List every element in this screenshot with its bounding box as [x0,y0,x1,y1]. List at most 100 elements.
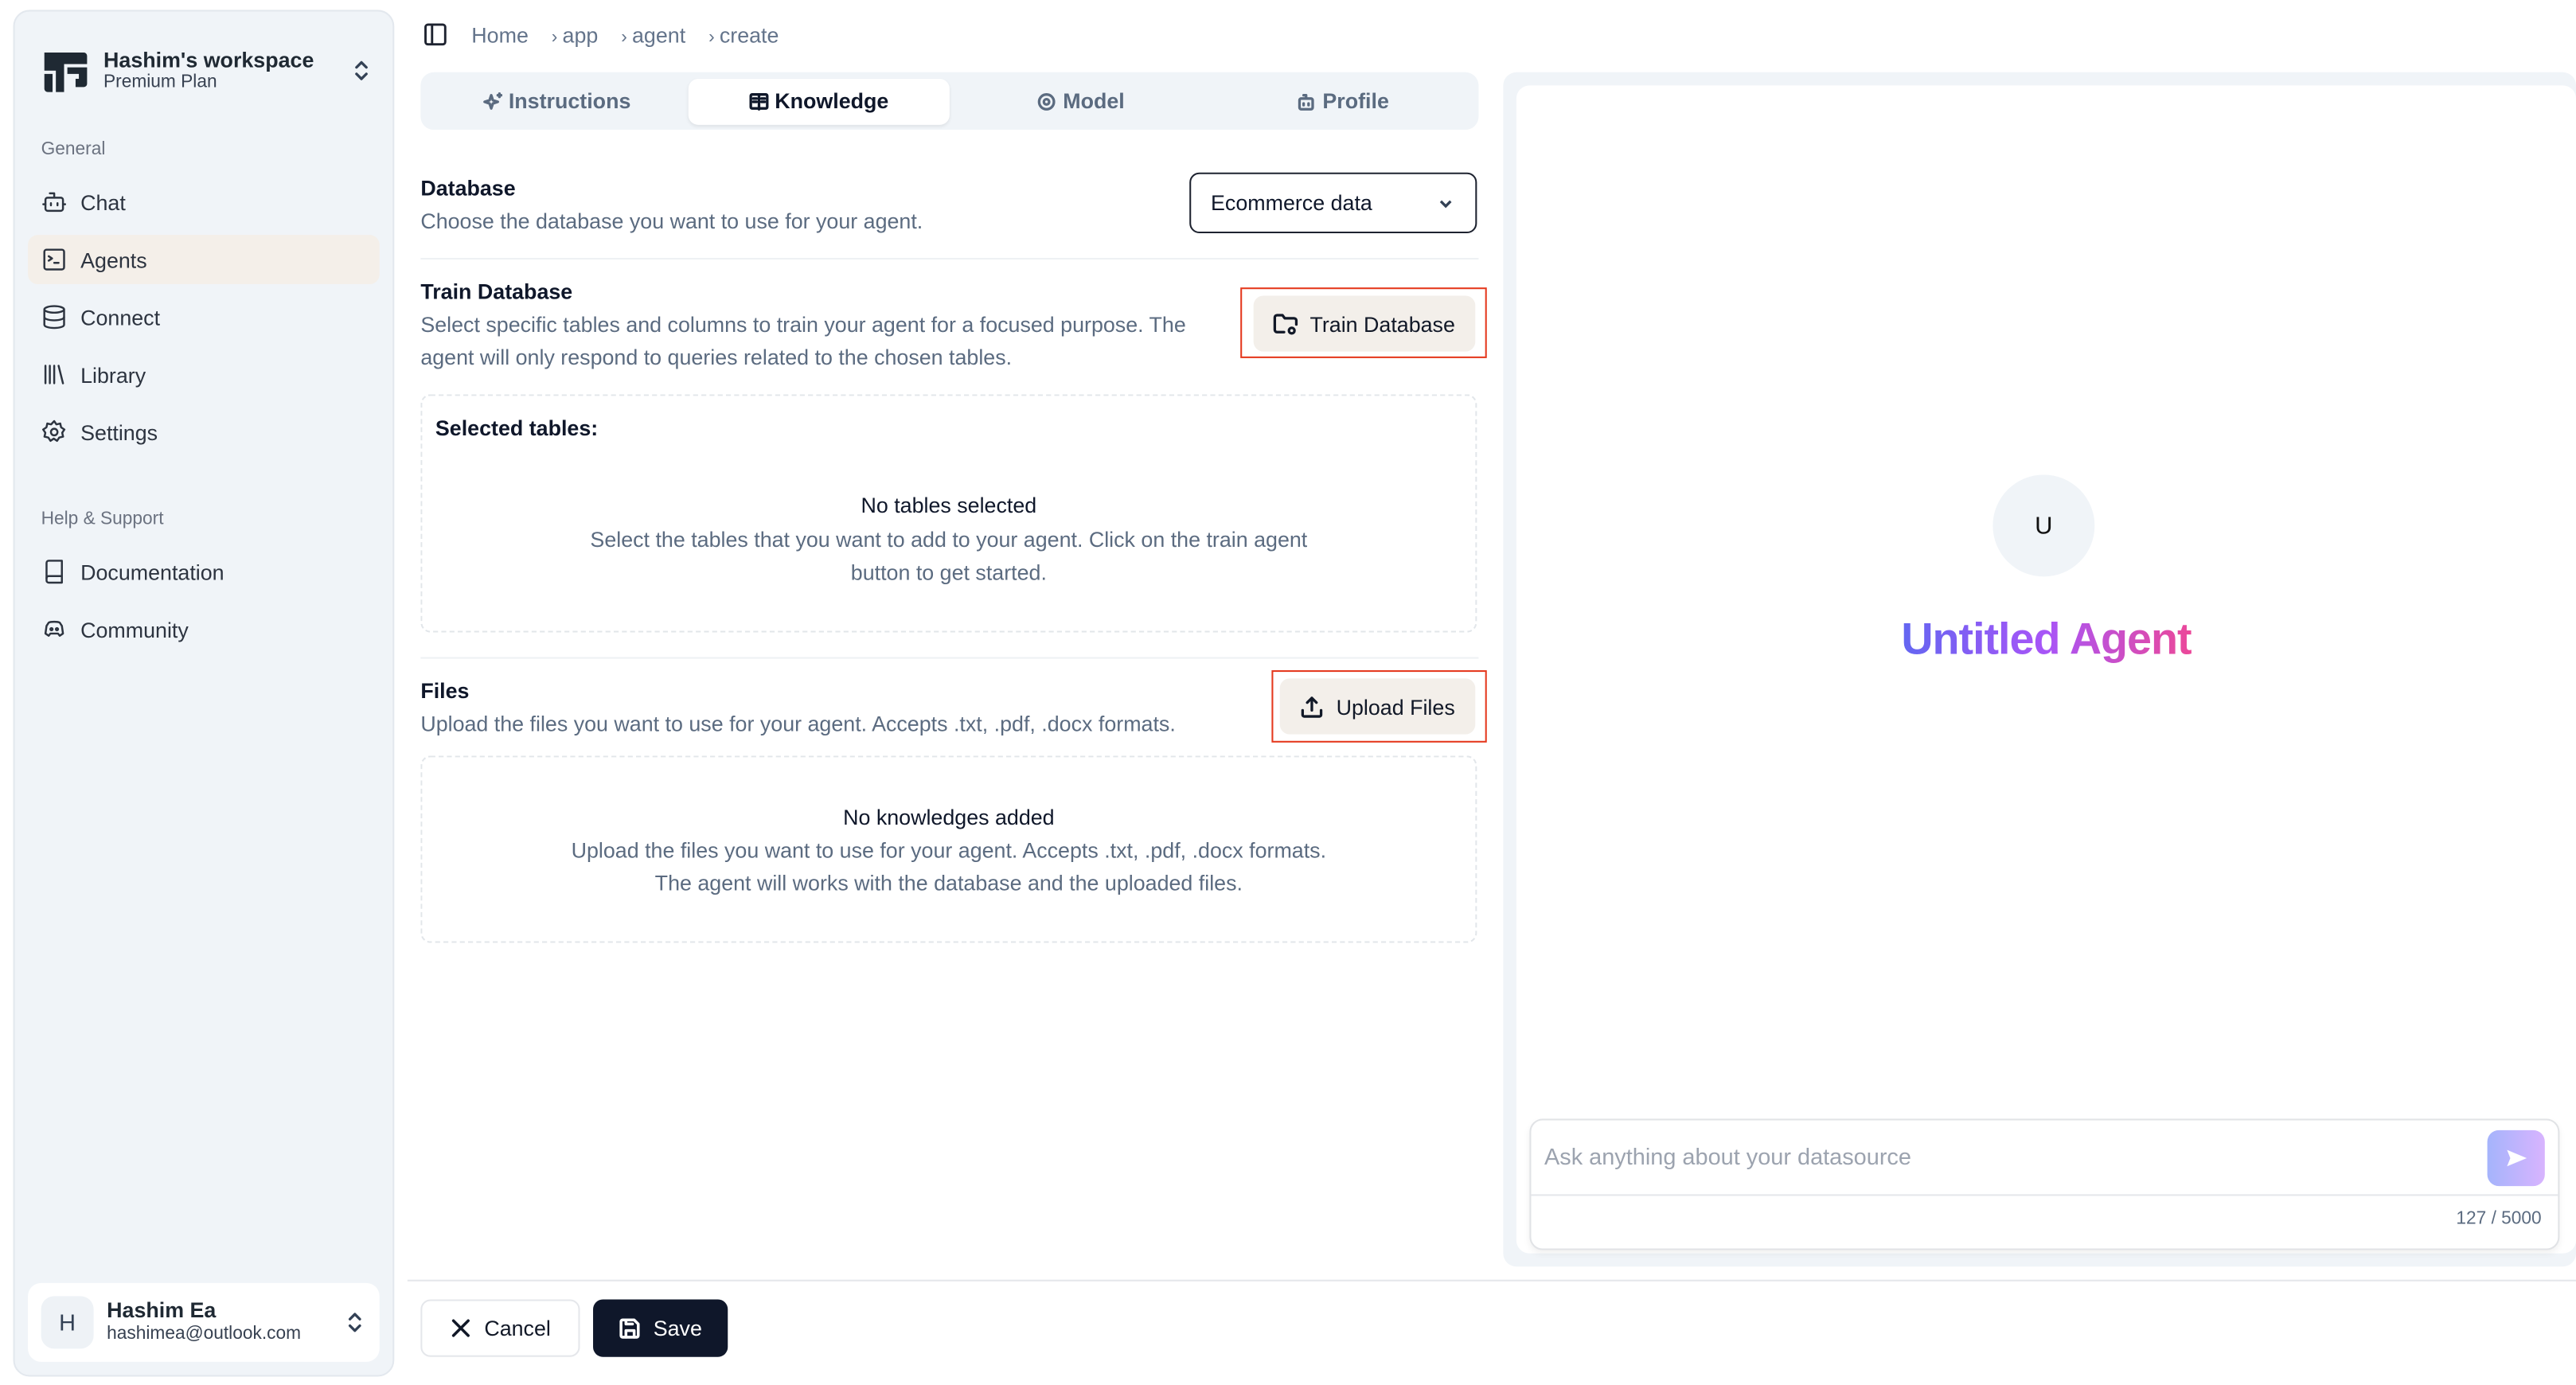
empty-tables-description: Select the tables that you want to add t… [422,524,1475,587]
chevron-right-icon: › [551,27,558,47]
tab-bar: Instructions Knowledge Model Profile [420,72,1479,131]
chat-composer: 127 / 5000 [1529,1118,2560,1250]
empty-files-title: No knowledges added [843,805,1055,830]
divider [420,657,1479,659]
button-label: Train Database [1309,311,1455,337]
brain-icon [1037,92,1056,110]
chat-input[interactable] [1531,1120,2476,1193]
book-icon [45,560,63,584]
tab-label: Knowledge [775,88,889,114]
sidebar-item-connect[interactable]: Connect [28,292,380,341]
sidebar-item-label: Settings [80,419,158,445]
files-description: Upload the files you want to use for you… [420,711,1176,736]
database-description: Choose the database you want to use for … [420,209,923,234]
save-icon [619,1318,639,1339]
breadcrumb-create[interactable]: › create [708,22,779,47]
gear-icon [41,419,66,443]
description-line: agent will only respond to queries relat… [420,345,1013,370]
sidebar-item-label: Community [80,616,189,642]
send-icon [2506,1149,2527,1167]
sidebar-item-community[interactable]: Community [28,604,380,653]
chevron-right-icon: › [708,27,715,47]
sidebar-item-settings[interactable]: Settings [28,408,380,457]
chevrons-up-down-icon [348,1313,361,1332]
button-label: Cancel [484,1316,551,1341]
breadcrumb-home[interactable]: Home [471,22,529,47]
tab-label: Model [1063,88,1125,114]
sidebar-item-label: Agents [80,247,147,272]
sidebar-item-agents[interactable]: Agents [28,235,380,285]
user-email: hashimea@outlook.com [107,1324,302,1344]
breadcrumb-agent[interactable]: › agent [621,22,685,47]
agent-name-text: Untitled Agent [1901,614,2192,664]
bot-icon [1298,93,1314,110]
workspace-switcher[interactable]: Hashim's workspace Premium Plan [41,37,373,103]
discord-icon [44,620,64,637]
train-database-description: Select specific tables and columns to tr… [420,309,1185,375]
workspace-logo-icon [44,53,88,92]
workspace-plan: Premium Plan [103,72,217,92]
sidebar-item-label: Connect [80,304,161,330]
send-button[interactable] [2487,1129,2545,1187]
description-line: Upload the files you want to use for you… [571,837,1327,863]
description-line: Select specific tables and columns to tr… [420,312,1186,337]
folder-cog-icon [1274,313,1298,334]
sidebar: Hashim's workspace Premium Plan General … [13,10,395,1377]
close-icon [451,1319,470,1337]
divider [1531,1194,2558,1196]
cancel-button[interactable]: Cancel [420,1299,580,1357]
avatar: H [41,1296,94,1349]
database-select-value: Ecommerce data [1211,190,1372,216]
selected-tables-label: Selected tables: [435,416,599,441]
bot-icon [42,192,67,213]
train-database-button[interactable]: Train Database [1253,295,1476,352]
chevrons-up-down-icon [355,60,368,80]
sidebar-item-label: Chat [80,189,126,215]
tab-instructions[interactable]: Instructions [426,78,688,124]
empty-tables-title: No tables selected [861,493,1037,518]
book-open-icon [748,92,768,110]
sidebar-item-chat[interactable]: Chat [28,178,380,227]
sidebar-item-library[interactable]: Library [28,350,380,400]
sidebar-item-label: Documentation [80,559,224,584]
description-line: Select the tables that you want to add t… [590,527,1308,552]
terminal-icon [43,248,65,271]
sidebar-item-documentation[interactable]: Documentation [28,547,380,596]
user-name: Hashim Ea [107,1297,217,1323]
save-button[interactable]: Save [593,1299,728,1357]
tab-model[interactable]: Model [950,78,1212,124]
char-counter: 127 / 5000 [2456,1208,2542,1229]
chevron-right-icon: › [621,27,627,47]
button-label: Upload Files [1336,693,1455,719]
tab-knowledge[interactable]: Knowledge [687,78,950,124]
database-select[interactable]: Ecommerce data [1189,172,1477,234]
sidebar-item-label: Library [80,362,146,388]
workspace-name: Hashim's workspace [103,47,314,72]
empty-files-description: Upload the files you want to use for you… [422,834,1475,898]
chevron-down-icon [1439,199,1452,208]
preview-card: U Untitled Agent 127 / 5000 [1516,85,2576,1254]
breadcrumb-app[interactable]: › app [552,22,599,47]
upload-icon [1302,696,1323,717]
tab-label: Instructions [508,88,631,114]
sidebar-toggle-icon[interactable] [423,23,447,46]
breadcrumb: Home › app › agent › create [423,20,802,49]
library-icon [44,365,64,384]
agent-avatar: U [1992,474,2095,577]
app-window: Hashim's workspace Premium Plan General … [0,0,2576,1385]
database-title: Database [420,175,516,201]
description-line: The agent will works with the database a… [654,869,1243,895]
files-panel: No knowledges added Upload the files you… [420,755,1477,943]
train-database-title: Train Database [420,279,573,304]
breadcrumb-label: agent [632,21,686,47]
user-menu[interactable]: H Hashim Ea hashimea@outlook.com [28,1282,380,1362]
database-icon [43,305,65,330]
breadcrumb-label: app [562,21,599,47]
tab-label: Profile [1322,88,1389,114]
agent-preview-panel: U Untitled Agent 127 / 5000 [1503,72,2576,1267]
tab-profile[interactable]: Profile [1212,78,1473,124]
footer-divider [407,1279,2576,1282]
agent-name: Untitled Agent [1516,614,2576,665]
description-line: button to get started. [850,559,1047,584]
upload-files-button[interactable]: Upload Files [1279,678,1476,735]
